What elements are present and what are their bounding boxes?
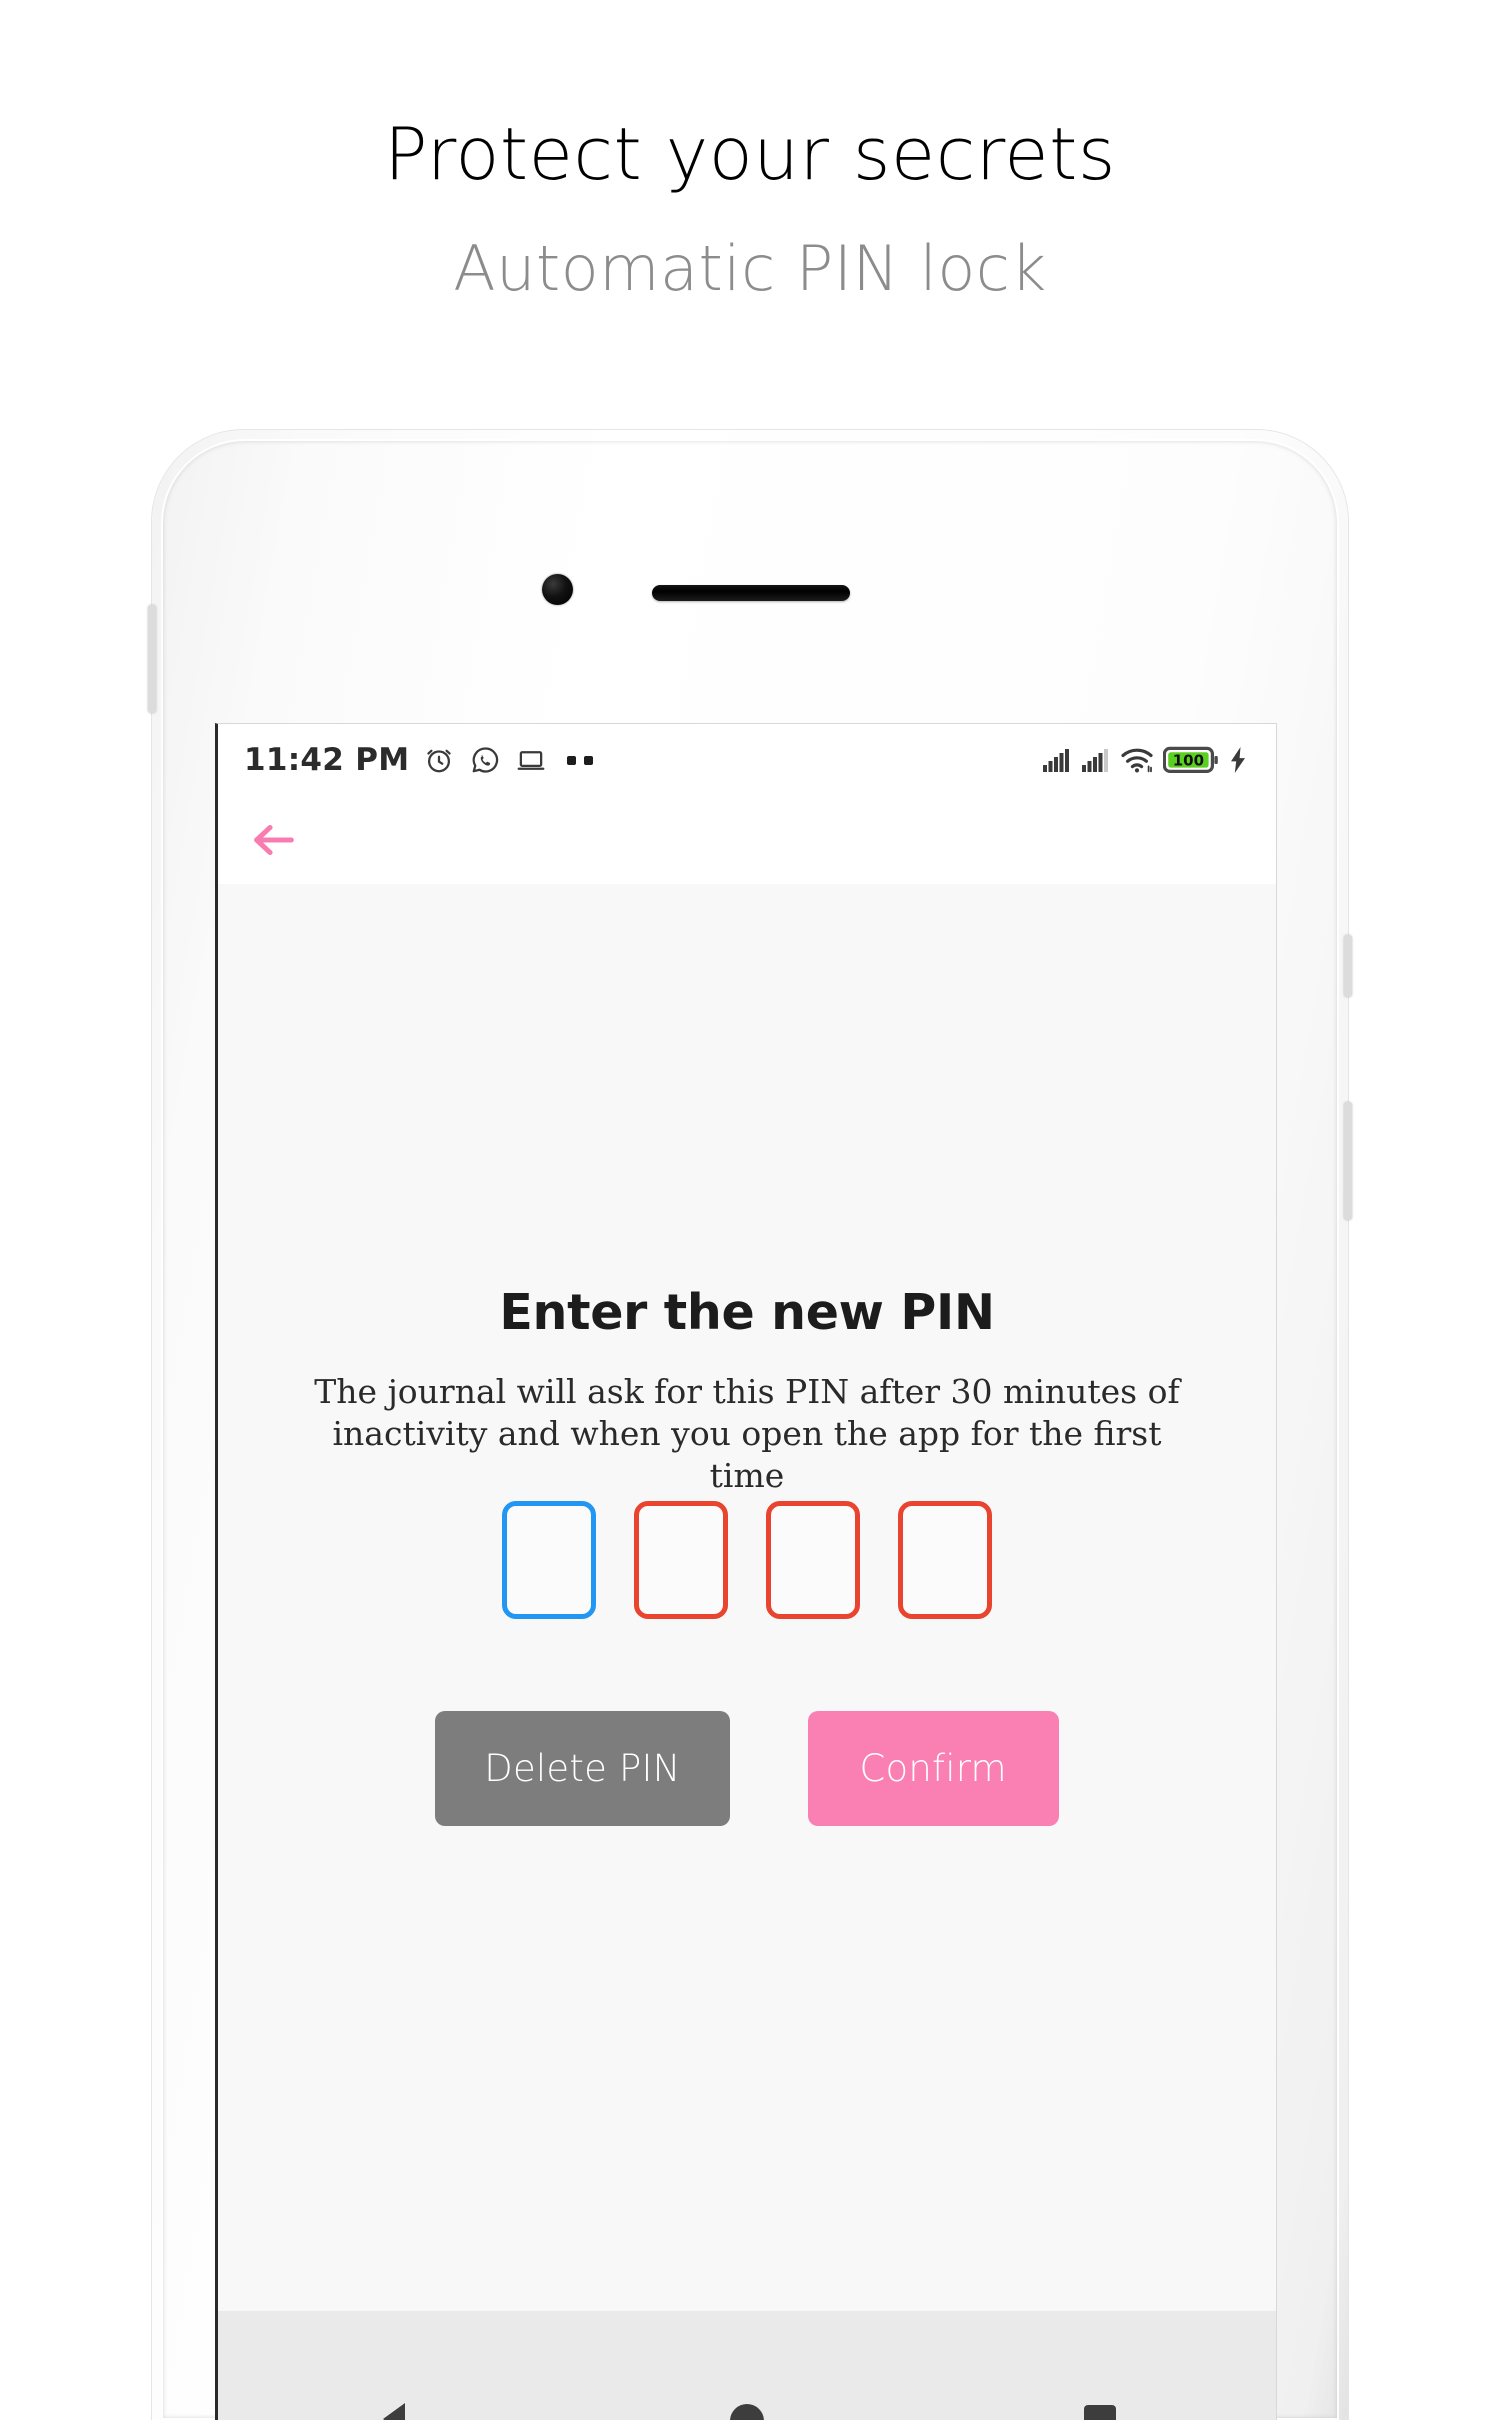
whatsapp-icon [469, 744, 501, 776]
phone-right-button-power[interactable] [1344, 1102, 1352, 1220]
nav-recents-icon [1083, 2405, 1116, 2420]
back-arrow-icon[interactable] [248, 814, 300, 866]
pin-digit-1[interactable] [502, 1501, 596, 1619]
nav-back-button[interactable] [220, 2311, 569, 2420]
android-nav-bar [218, 2311, 1276, 2420]
pin-setup-screen: Enter the new PIN The journal will ask f… [218, 884, 1276, 2420]
pin-digit-4[interactable] [898, 1501, 992, 1619]
nav-recents-button[interactable] [925, 2311, 1274, 2420]
more-notifications-dots-icon [567, 755, 594, 765]
alarm-clock-icon [423, 744, 455, 776]
status-bar: 11:42 PM 100 [218, 724, 1276, 796]
app-toolbar [218, 796, 1276, 884]
front-camera-icon [542, 574, 573, 605]
page-title: Enter the new PIN [499, 1284, 995, 1341]
phone-right-button-volume[interactable] [1344, 935, 1352, 997]
laptop-icon [515, 744, 547, 776]
battery-level-text: 100 [1173, 752, 1204, 770]
page-description: The journal will ask for this PIN after … [314, 1372, 1180, 1495]
confirm-pin-button[interactable]: Confirm [807, 1711, 1059, 1826]
promo-title: Protect your secrets [384, 112, 1116, 196]
promo-subtitle: Automatic PIN lock [453, 232, 1047, 305]
nav-home-icon [729, 2404, 764, 2420]
action-button-row: Delete PIN Confirm [218, 1711, 1276, 1826]
earpiece-speaker [652, 585, 850, 601]
phone-left-button[interactable] [148, 605, 156, 713]
charging-bolt-icon [1228, 746, 1248, 774]
status-bar-left: 11:42 PM [244, 742, 594, 778]
delete-pin-button[interactable]: Delete PIN [435, 1711, 730, 1826]
nav-back-icon [383, 2403, 406, 2420]
pin-digit-3[interactable] [766, 1501, 860, 1619]
status-bar-right: 100 [1042, 746, 1248, 774]
phone-mockup: 11:42 PM 100 Enter the new PIN The journ… [148, 430, 1352, 2420]
phone-screen: 11:42 PM 100 Enter the new PIN The journ… [215, 723, 1277, 2420]
promo-header: Protect your secrets Automatic PIN lock [0, 0, 1500, 300]
nav-home-button[interactable] [572, 2311, 921, 2420]
status-bar-clock: 11:42 PM [244, 742, 410, 778]
pin-digit-2[interactable] [634, 1501, 728, 1619]
battery-icon: 100 [1163, 746, 1219, 774]
signal-sim1-icon [1042, 747, 1072, 773]
signal-sim2-icon [1081, 747, 1111, 773]
pin-input-group [218, 1501, 1276, 1619]
wifi-icon [1120, 746, 1154, 774]
